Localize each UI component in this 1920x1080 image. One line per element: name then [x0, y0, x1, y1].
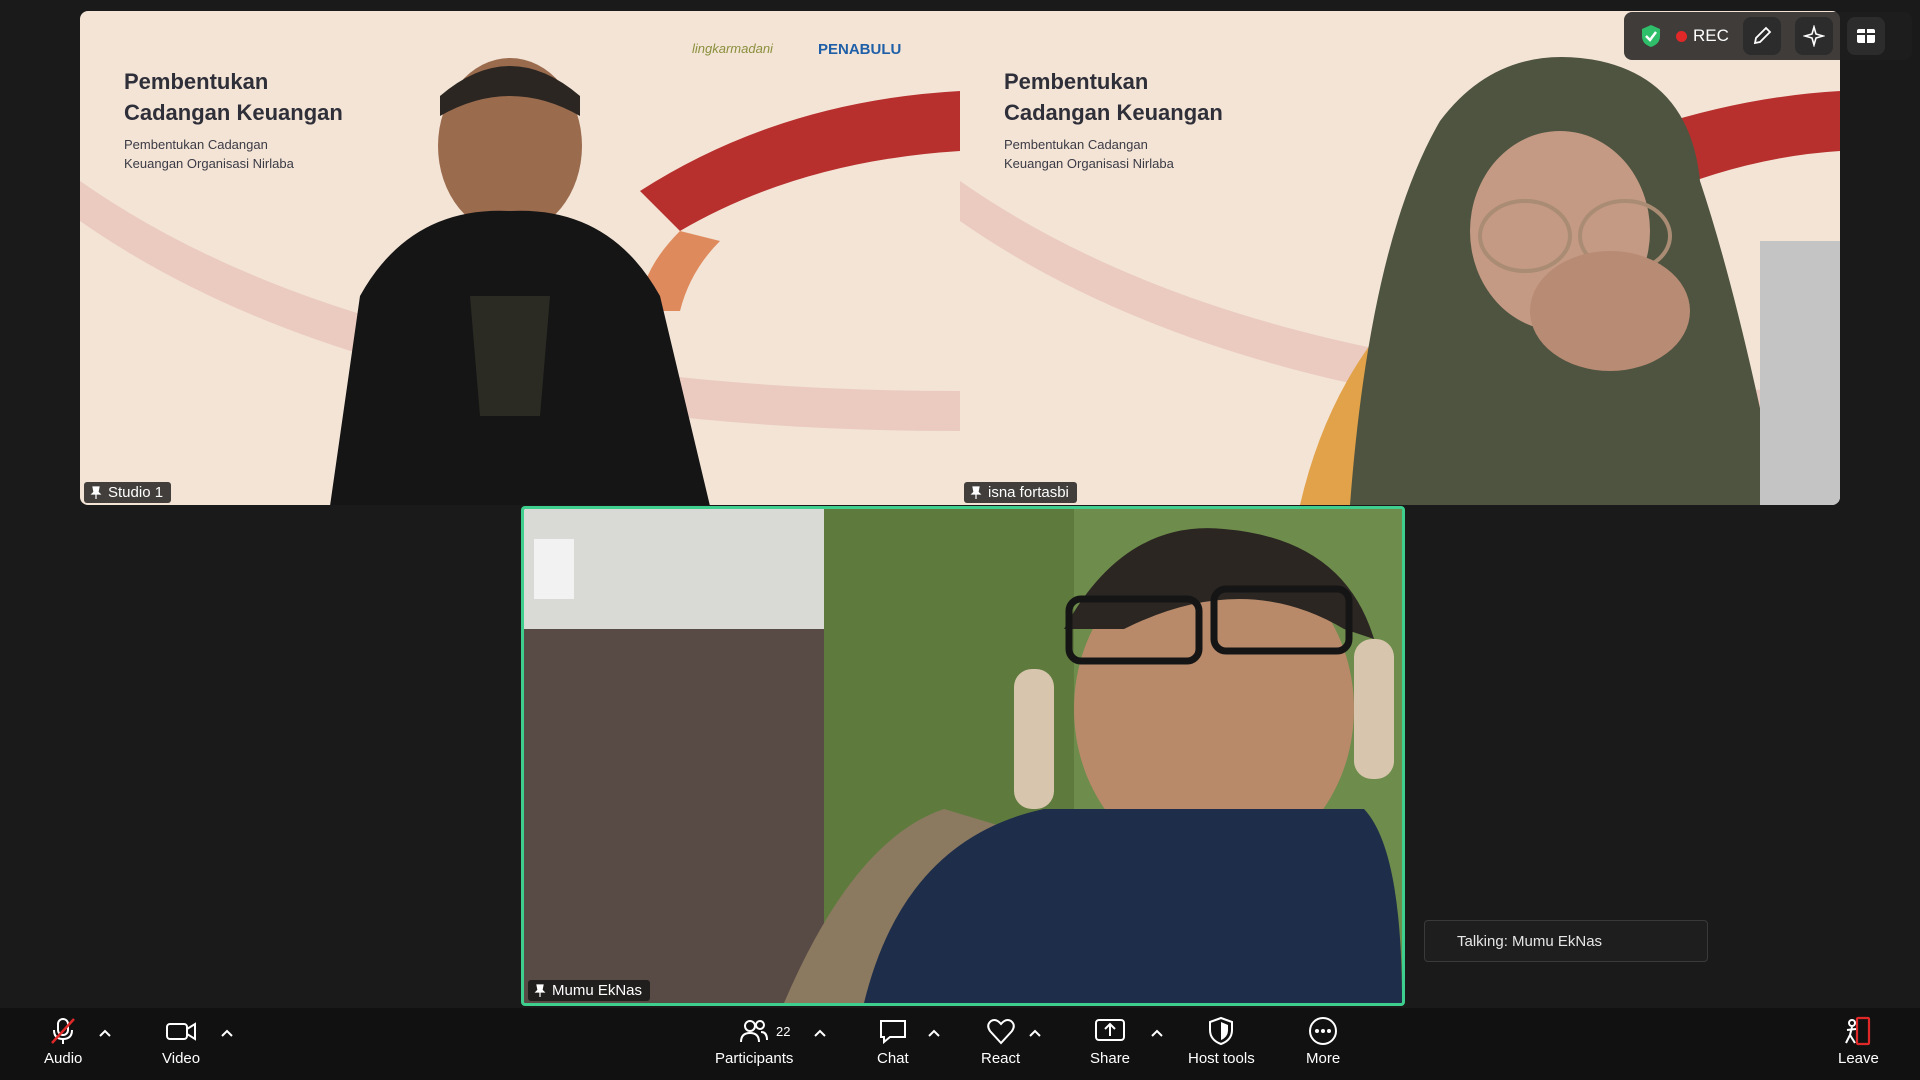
video-label: Video	[162, 1050, 201, 1067]
heart-icon	[986, 1019, 1015, 1045]
video-button[interactable]: Video	[162, 1016, 200, 1067]
pencil-icon	[1753, 26, 1772, 45]
share-button[interactable]: Share	[1090, 1016, 1130, 1067]
participant-name: isna fortasbi	[988, 484, 1069, 501]
chat-button[interactable]: Chat	[877, 1016, 909, 1067]
audio-button[interactable]: Audio	[44, 1016, 82, 1067]
participants-icon	[740, 1020, 769, 1043]
host-tools-button[interactable]: Host tools	[1188, 1016, 1255, 1067]
participant-name: Mumu EkNas	[552, 982, 643, 999]
audio-options-chevron-icon[interactable]	[98, 1028, 112, 1038]
share-options-chevron-icon[interactable]	[1150, 1028, 1164, 1038]
more-label: More	[1306, 1050, 1341, 1067]
slide-subtitle: Pembentukan Cadangan Keuangan Organisasi…	[124, 137, 294, 171]
participant-video-feed	[1350, 57, 1840, 505]
chat-options-chevron-icon[interactable]	[927, 1028, 941, 1038]
share-label: Share	[1090, 1050, 1131, 1067]
pin-icon	[970, 485, 982, 499]
video-tile-studio-1[interactable]: Pembentukan Cadangan Keuangan Pembentuka…	[80, 11, 960, 505]
pin-icon	[90, 485, 102, 499]
meeting-status-bar: REC	[1624, 12, 1912, 60]
video-options-chevron-icon[interactable]	[220, 1028, 234, 1038]
more-button[interactable]: More	[1306, 1016, 1340, 1067]
react-label: React	[981, 1050, 1021, 1067]
video-tile-isna-fortasbi[interactable]: Pembentukan Cadangan Keuangan Pembentuka…	[960, 11, 1840, 505]
react-options-chevron-icon[interactable]	[1028, 1028, 1042, 1038]
rec-label: REC	[1693, 26, 1729, 45]
annotate-button[interactable]	[1742, 17, 1781, 55]
participant-name: Studio 1	[108, 484, 164, 501]
more-options-icon	[1309, 1017, 1338, 1045]
ai-companion-button[interactable]	[1794, 17, 1833, 55]
view-layout-button[interactable]	[1846, 17, 1885, 55]
share-screen-icon	[1095, 1019, 1126, 1041]
leave-button[interactable]: Leave	[1838, 1016, 1879, 1067]
host-tools-label: Host tools	[1188, 1050, 1255, 1067]
participants-count: 22	[776, 1024, 791, 1039]
participant-name-tag: Mumu EkNas	[528, 980, 651, 1001]
leave-label: Leave	[1838, 1050, 1879, 1067]
talking-indicator: Talking: Mumu EkNas	[1424, 920, 1708, 962]
recording-indicator[interactable]: REC	[1676, 26, 1729, 46]
video-camera-icon	[166, 1022, 197, 1041]
participant-name-tag: Studio 1	[84, 482, 172, 503]
audio-label: Audio	[44, 1050, 83, 1067]
leave-door-icon	[1845, 1016, 1871, 1046]
participant-video-feed	[524, 509, 1402, 1003]
microphone-muted-icon	[51, 1018, 76, 1044]
slide-subtitle: Pembentukan Cadangan Keuangan Organisasi…	[1004, 137, 1174, 171]
video-tile-mumu-eknas-active-speaker[interactable]: Mumu EkNas	[521, 506, 1405, 1006]
participant-name-tag: isna fortasbi	[964, 482, 1077, 503]
react-button[interactable]: React	[981, 1016, 1020, 1067]
rec-dot-icon	[1676, 30, 1687, 42]
participant-video-feed	[330, 58, 710, 505]
grid-view-icon	[1856, 29, 1875, 43]
chat-label: Chat	[877, 1050, 909, 1067]
sparkle-icon	[1802, 25, 1825, 47]
penabulu-logo: PENABULU	[818, 41, 902, 58]
shield-icon	[1209, 1016, 1234, 1046]
pin-icon	[534, 983, 546, 997]
chat-bubble-icon	[879, 1020, 906, 1045]
participants-label: Participants	[715, 1050, 794, 1067]
participants-options-chevron-icon[interactable]	[813, 1028, 827, 1038]
security-shield-icon[interactable]	[1640, 24, 1662, 48]
meeting-toolbar: Audio Video Participants 22 Chat React S…	[0, 1008, 1920, 1080]
